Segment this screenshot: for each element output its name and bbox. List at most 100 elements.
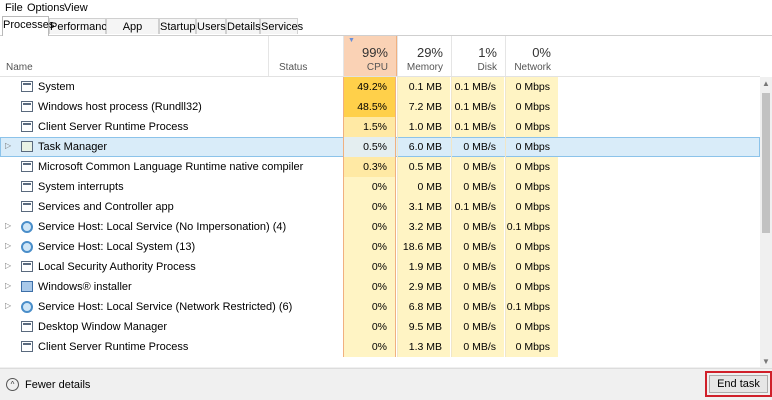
window-icon	[21, 261, 33, 272]
cpu-value: 0.5%	[343, 137, 396, 157]
column-memory[interactable]: 29% Memory	[397, 36, 451, 76]
memory-total: 29%	[416, 45, 443, 60]
window-icon	[21, 121, 33, 132]
disk-value: 0 MB/s	[451, 277, 504, 297]
tab-details[interactable]: Details	[226, 18, 261, 34]
network-value: 0 Mbps	[505, 137, 558, 157]
column-cpu-label: CPU	[366, 62, 388, 73]
network-value: 0 Mbps	[505, 277, 558, 297]
tab-performance[interactable]: Performance	[49, 18, 113, 34]
column-disk[interactable]: 1% Disk	[451, 36, 505, 76]
process-name: Client Server Runtime Process	[38, 121, 189, 133]
disk-value: 0.1 MB/s	[451, 77, 504, 97]
disk-total: 1%	[478, 45, 497, 60]
column-status[interactable]: Status	[268, 36, 343, 76]
process-name: System	[38, 81, 75, 93]
expand-chevron-icon[interactable]: ▷	[5, 141, 13, 153]
expand-chevron-icon[interactable]: ▷	[5, 281, 13, 293]
process-name: Local Security Authority Process	[38, 261, 196, 273]
tab-services[interactable]: Services	[260, 18, 303, 34]
process-row[interactable]: System 49.2% 0.1 MB 0.1 MB/s 0 Mbps	[0, 77, 760, 97]
process-row[interactable]: ▷ Service Host: Local Service (Network R…	[0, 297, 760, 317]
task-manager-icon	[21, 141, 33, 152]
window-icon	[21, 101, 33, 112]
expand-chevron-icon[interactable]: ▷	[5, 301, 13, 313]
process-row[interactable]: System interrupts 0% 0 MB 0 MB/s 0 Mbps	[0, 177, 760, 197]
menu-options[interactable]: Options	[27, 2, 65, 14]
process-row[interactable]: Microsoft Common Language Runtime native…	[0, 157, 760, 177]
window-icon	[21, 201, 33, 212]
disk-value: 0 MB/s	[451, 337, 504, 357]
memory-value: 1.0 MB	[397, 117, 450, 137]
process-name: System interrupts	[38, 181, 124, 193]
tab-users[interactable]: Users	[196, 18, 226, 34]
cpu-value: 0%	[343, 177, 396, 197]
cpu-value: 0%	[343, 277, 396, 297]
disk-value: 0 MB/s	[451, 137, 504, 157]
network-value: 0 Mbps	[505, 157, 558, 177]
process-row[interactable]: ▷ Windows® installer 0% 2.9 MB 0 MB/s 0 …	[0, 277, 760, 297]
process-name: Service Host: Local Service (No Imperson…	[38, 221, 287, 233]
vertical-scrollbar[interactable]: ▲ ▼	[760, 77, 772, 369]
process-name: Desktop Window Manager	[38, 321, 168, 333]
disk-value: 0 MB/s	[451, 297, 504, 317]
fewer-details-label: Fewer details	[25, 379, 91, 391]
menu-file[interactable]: File	[5, 2, 23, 14]
disk-value: 0 MB/s	[451, 257, 504, 277]
cpu-total: 99%	[361, 45, 388, 60]
process-row[interactable]: Client Server Runtime Process 0% 1.3 MB …	[0, 337, 760, 357]
scroll-up-arrow-icon[interactable]: ▲	[760, 77, 772, 91]
memory-value: 7.2 MB	[397, 97, 450, 117]
process-row[interactable]: ▷ Local Security Authority Process 0% 1.…	[0, 257, 760, 277]
column-status-label: Status	[279, 62, 308, 73]
column-cpu[interactable]: ▼ 99% CPU	[343, 36, 397, 76]
window-icon	[21, 81, 33, 92]
process-row-task-manager[interactable]: ▷ Task Manager 0.5% 6.0 MB 0 MB/s 0 Mbps	[0, 137, 760, 157]
gear-icon	[21, 241, 33, 253]
cpu-value: 0%	[343, 197, 396, 217]
sort-down-icon: ▼	[348, 37, 355, 44]
tab-startup[interactable]: Startup	[159, 18, 196, 34]
menu-view[interactable]: View	[64, 2, 88, 14]
tab-processes[interactable]: Processes	[2, 16, 54, 36]
process-row[interactable]: ▷ Service Host: Local Service (No Impers…	[0, 217, 760, 237]
network-value: 0 Mbps	[505, 97, 558, 117]
network-total: 0%	[532, 45, 551, 60]
chevron-up-icon: ^	[6, 378, 19, 391]
process-row[interactable]: Client Server Runtime Process 1.5% 1.0 M…	[0, 117, 760, 137]
memory-value: 2.9 MB	[397, 277, 450, 297]
column-network[interactable]: 0% Network	[505, 36, 559, 76]
column-memory-label: Memory	[406, 62, 443, 73]
expand-chevron-icon[interactable]: ▷	[5, 261, 13, 273]
process-row[interactable]: Desktop Window Manager 0% 9.5 MB 0 MB/s …	[0, 317, 760, 337]
process-row[interactable]: Windows host process (Rundll32) 48.5% 7.…	[0, 97, 760, 117]
scroll-down-arrow-icon[interactable]: ▼	[760, 355, 772, 369]
network-value: 0 Mbps	[505, 197, 558, 217]
gear-icon	[21, 221, 33, 233]
memory-value: 6.0 MB	[397, 137, 450, 157]
cpu-value: 0%	[343, 257, 396, 277]
tab-app-history[interactable]: App history	[106, 18, 159, 49]
network-value: 0 Mbps	[505, 117, 558, 137]
process-row[interactable]: ▷ Service Host: Local System (13) 0% 18.…	[0, 237, 760, 257]
memory-value: 1.3 MB	[397, 337, 450, 357]
end-task-button[interactable]: End task	[709, 375, 768, 393]
expand-chevron-icon[interactable]: ▷	[5, 221, 13, 233]
process-row[interactable]: Services and Controller app 0% 3.1 MB 0.…	[0, 197, 760, 217]
memory-value: 0.5 MB	[397, 157, 450, 177]
disk-value: 0 MB/s	[451, 317, 504, 337]
scrollbar-thumb[interactable]	[762, 93, 770, 233]
disk-value: 0.1 MB/s	[451, 117, 504, 137]
process-name: Client Server Runtime Process	[38, 341, 189, 353]
window-icon	[21, 161, 33, 172]
network-value: 0 Mbps	[505, 337, 558, 357]
installer-icon	[21, 281, 33, 292]
cpu-value: 0%	[343, 297, 396, 317]
column-name[interactable]: Name	[0, 36, 268, 76]
process-name: Task Manager	[38, 141, 108, 153]
network-value: 0 Mbps	[505, 317, 558, 337]
memory-value: 18.6 MB	[397, 237, 450, 257]
network-value: 0 Mbps	[505, 77, 558, 97]
expand-chevron-icon[interactable]: ▷	[5, 241, 13, 253]
gear-icon	[21, 301, 33, 313]
